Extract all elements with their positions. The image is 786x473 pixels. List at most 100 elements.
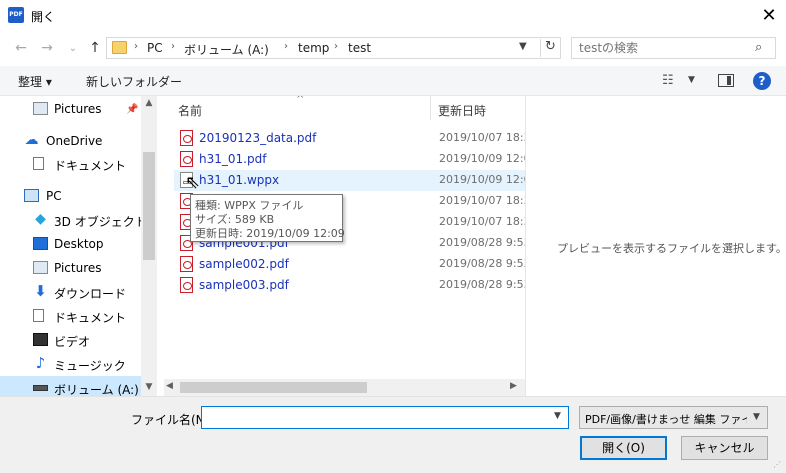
file-date: 2019/10/07 18:30 [439, 131, 525, 144]
preview-message: プレビューを表示するファイルを選択します。 [557, 242, 786, 255]
mouse-cursor-icon: ⇖ [185, 172, 201, 193]
file-row[interactable]: 20190123_data.pdf 2019/10/07 18:30 [174, 128, 525, 149]
file-list: ^ 名前 更新日時 20190123_data.pdf 2019/10/07 1… [164, 96, 525, 396]
breadcrumb-volume[interactable]: ボリューム (A:) [184, 41, 269, 58]
pdf-file-icon [180, 151, 193, 167]
file-row[interactable]: sample002.pdf 2019/08/28 9:53 [174, 254, 525, 275]
pdf-file-icon [180, 277, 193, 293]
nav-item-label: ドキュメント [54, 159, 127, 173]
nav-item-label: Pictures [54, 102, 102, 116]
sort-ascending-icon: ^ [296, 96, 305, 105]
navigation-pane: Pictures 📌 ☁ OneDrive ドキュメント PC ◆ 3D オブジ… [0, 96, 157, 396]
nav-item-documents[interactable]: ドキュメント [0, 304, 142, 328]
tooltip-date: 更新日時: 2019/10/09 12:09 [195, 227, 345, 240]
pdf-file-icon [180, 130, 193, 146]
refresh-icon[interactable]: ↻ [540, 39, 560, 57]
file-name: sample002.pdf [199, 257, 289, 271]
scroll-thumb[interactable] [180, 382, 367, 393]
document-icon [33, 309, 44, 322]
file-name: h31_01.pdf [199, 152, 267, 166]
nav-item-label: OneDrive [46, 134, 103, 148]
document-icon [33, 157, 44, 170]
desktop-icon [33, 237, 48, 250]
cube-icon: ◆ [35, 211, 46, 227]
nav-item-label: ボリューム (A:) [54, 383, 139, 396]
window-title: 開く [31, 10, 56, 24]
new-folder-button[interactable]: 新しいフォルダー [86, 73, 182, 90]
nav-item-label: ビデオ [54, 335, 91, 349]
search-icon[interactable]: ⌕ [755, 40, 762, 55]
chevron-down-icon[interactable]: ▼ [753, 412, 760, 422]
forward-button[interactable]: → [36, 38, 58, 58]
chevron-down-icon[interactable]: ▼ [688, 75, 695, 85]
chevron-down-icon[interactable]: ▼ [554, 411, 561, 421]
breadcrumb-test[interactable]: test [348, 41, 371, 55]
nav-item-label: ドキュメント [54, 311, 127, 325]
search-box[interactable]: ⌕ [571, 37, 776, 59]
toolbar: 整理 ▾ 新しいフォルダー ☷ ▼ ? [0, 66, 786, 96]
nav-item-videos[interactable]: ビデオ [0, 328, 142, 352]
file-row[interactable]: h31_01.pdf 2019/10/09 12:09 [174, 149, 525, 170]
file-row[interactable]: sample003.pdf 2019/08/28 9:53 [174, 275, 525, 296]
nav-item-music[interactable]: ♪ ミュージック [0, 352, 142, 376]
preview-pane-icon[interactable] [718, 74, 734, 87]
horizontal-scrollbar[interactable]: ◀ ▶ [164, 379, 525, 396]
column-divider[interactable] [430, 96, 431, 120]
up-button[interactable]: ↑ [84, 38, 106, 58]
file-date: 2019/08/28 9:53 [439, 236, 525, 249]
nav-item-label: ミュージック [54, 359, 126, 373]
breadcrumb-temp[interactable]: temp [298, 41, 329, 55]
resize-grip-icon[interactable]: ⋰ [773, 460, 781, 469]
scroll-up-icon[interactable]: ▲ [141, 98, 157, 108]
scroll-left-icon[interactable]: ◀ [166, 381, 173, 391]
search-input[interactable] [579, 40, 749, 56]
filetype-select[interactable]: PDF/画像/書けまっせ 編集 ファイル ▼ [579, 406, 768, 429]
file-date: 2019/10/07 18:30 [439, 194, 525, 207]
view-options-icon[interactable]: ☷ [662, 73, 674, 88]
dialog-footer: ファイル名(N): ▼ PDF/画像/書けまっせ 編集 ファイル ▼ 開く(O)… [0, 396, 786, 473]
nav-item-label: 3D オブジェクト [54, 215, 147, 229]
back-button[interactable]: ← [10, 38, 32, 58]
close-button[interactable]: ✕ [752, 0, 786, 31]
filetype-value: PDF/画像/書けまっせ 編集 ファイル [585, 413, 747, 426]
file-tooltip: 種類: WPPX ファイル サイズ: 589 KB 更新日時: 2019/10/… [190, 194, 345, 242]
open-button[interactable]: 開く(O) [580, 436, 667, 460]
breadcrumb-pc[interactable]: PC [147, 41, 163, 55]
scroll-down-icon[interactable]: ▼ [141, 382, 157, 392]
address-bar[interactable]: › PC › ボリューム (A:) › temp › test ▼ ↻ [106, 37, 561, 59]
recent-locations-button[interactable]: ⌄ [62, 38, 84, 58]
nav-item-desktop[interactable]: Desktop [0, 232, 142, 256]
nav-item-pc[interactable]: PC [0, 184, 142, 208]
pictures-icon [33, 261, 48, 274]
nav-scrollbar[interactable]: ▲ ▼ [141, 96, 157, 396]
column-header-date[interactable]: 更新日時 [438, 102, 486, 119]
pin-icon[interactable]: 📌 [126, 104, 138, 115]
address-dropdown-icon[interactable]: ▼ [519, 41, 527, 52]
filename-input[interactable] [206, 409, 546, 426]
filename-combobox[interactable]: ▼ [201, 406, 569, 429]
nav-item-label: PC [46, 189, 62, 203]
breadcrumb-separator: › [334, 41, 338, 52]
nav-item-3d-objects[interactable]: ◆ 3D オブジェクト [0, 208, 147, 232]
scroll-thumb[interactable] [143, 152, 155, 260]
file-row[interactable]: h31_01.wppx 2019/10/09 12:09 [174, 170, 525, 191]
nav-item-label: ダウンロード [54, 287, 127, 301]
file-date: 2019/08/28 9:53 [439, 257, 525, 270]
file-name: h31_01.wppx [199, 173, 280, 187]
scroll-right-icon[interactable]: ▶ [510, 381, 517, 391]
nav-item-pictures-quick[interactable]: Pictures 📌 [0, 97, 142, 121]
title-bar: PDF 開く ✕ [0, 0, 786, 31]
nav-item-onedrive[interactable]: ☁ OneDrive [0, 129, 142, 153]
file-date: 2019/10/07 18:30 [439, 215, 525, 228]
cancel-button[interactable]: キャンセル [681, 436, 768, 460]
organize-button[interactable]: 整理 ▾ [18, 73, 52, 90]
file-name: sample003.pdf [199, 278, 289, 292]
help-icon[interactable]: ? [753, 72, 771, 90]
file-date: 2019/10/09 12:09 [439, 173, 525, 186]
nav-item-documents-onedrive[interactable]: ドキュメント [0, 152, 142, 176]
column-header-name[interactable]: 名前 [178, 102, 202, 119]
nav-item-volume-a[interactable]: ボリューム (A:) [0, 376, 142, 396]
nav-item-pictures[interactable]: Pictures [0, 256, 142, 280]
nav-item-downloads[interactable]: ⬇ ダウンロード [0, 280, 142, 304]
preview-divider [525, 96, 526, 396]
